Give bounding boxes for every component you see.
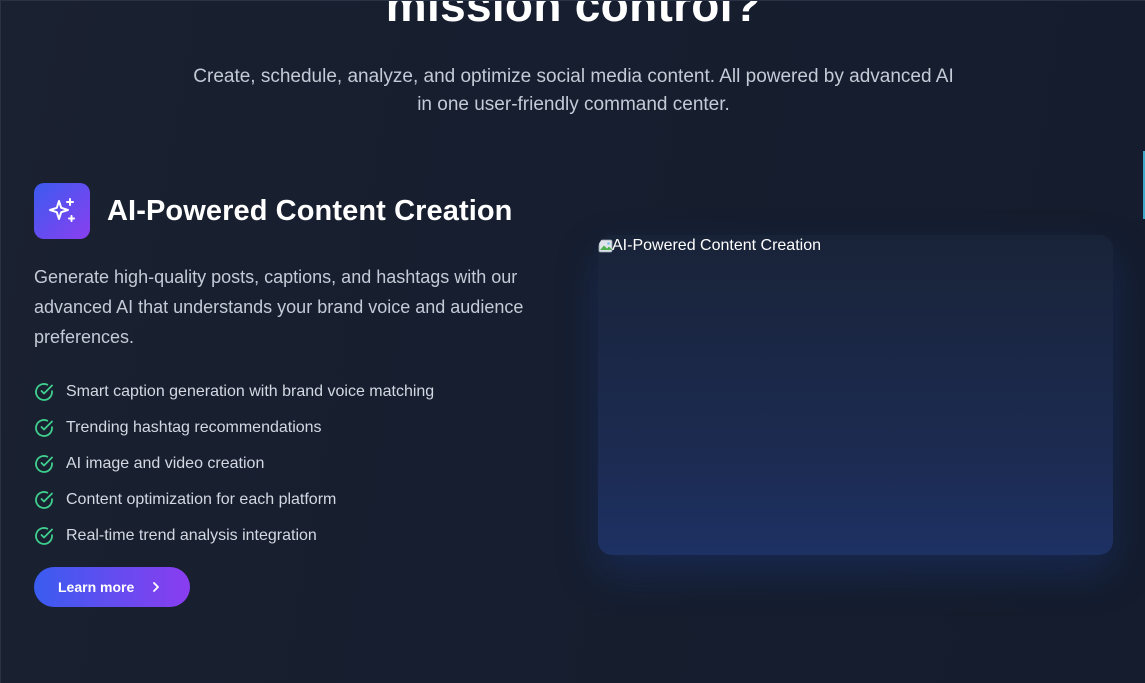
benefit-text: AI image and video creation xyxy=(66,455,265,472)
page: mission control? Create, schedule, analy… xyxy=(0,0,1145,683)
learn-more-button[interactable]: Learn more xyxy=(34,567,190,607)
list-item: Content optimization for each platform xyxy=(34,482,434,518)
check-circle-icon xyxy=(34,526,54,546)
list-item: AI image and video creation xyxy=(34,446,434,482)
list-item: Real-time trend analysis integration xyxy=(34,518,434,554)
hero-title: mission control? xyxy=(385,0,762,31)
benefit-text: Content optimization for each platform xyxy=(66,491,337,508)
list-item: Smart caption generation with brand voic… xyxy=(34,374,434,410)
feature-image: AI-Powered Content Creation xyxy=(598,237,821,255)
check-circle-icon xyxy=(34,418,54,438)
benefit-list: Smart caption generation with brand voic… xyxy=(34,374,434,554)
check-circle-icon xyxy=(34,490,54,510)
sparkles-icon xyxy=(34,183,90,239)
feature-description: Generate high-quality posts, captions, a… xyxy=(34,267,524,347)
learn-more-label: Learn more xyxy=(58,579,135,595)
benefit-text: Smart caption generation with brand voic… xyxy=(66,383,435,400)
chevron-right-icon xyxy=(151,581,161,593)
hero-subtitle: Create, schedule, analyze, and optimize … xyxy=(193,66,954,115)
feature-image-frame: AI-Powered Content Creation xyxy=(598,235,1113,555)
check-circle-icon xyxy=(34,454,54,474)
image-alt-text: AI-Powered Content Creation xyxy=(612,237,821,254)
benefit-text: Trending hashtag recommendations xyxy=(66,419,322,436)
feature-title: AI-Powered Content Creation xyxy=(107,194,513,227)
benefit-text: Real-time trend analysis integration xyxy=(66,527,317,544)
list-item: Trending hashtag recommendations xyxy=(34,410,434,446)
feature-header: AI-Powered Content Creation xyxy=(34,183,513,239)
check-circle-icon xyxy=(34,382,54,402)
